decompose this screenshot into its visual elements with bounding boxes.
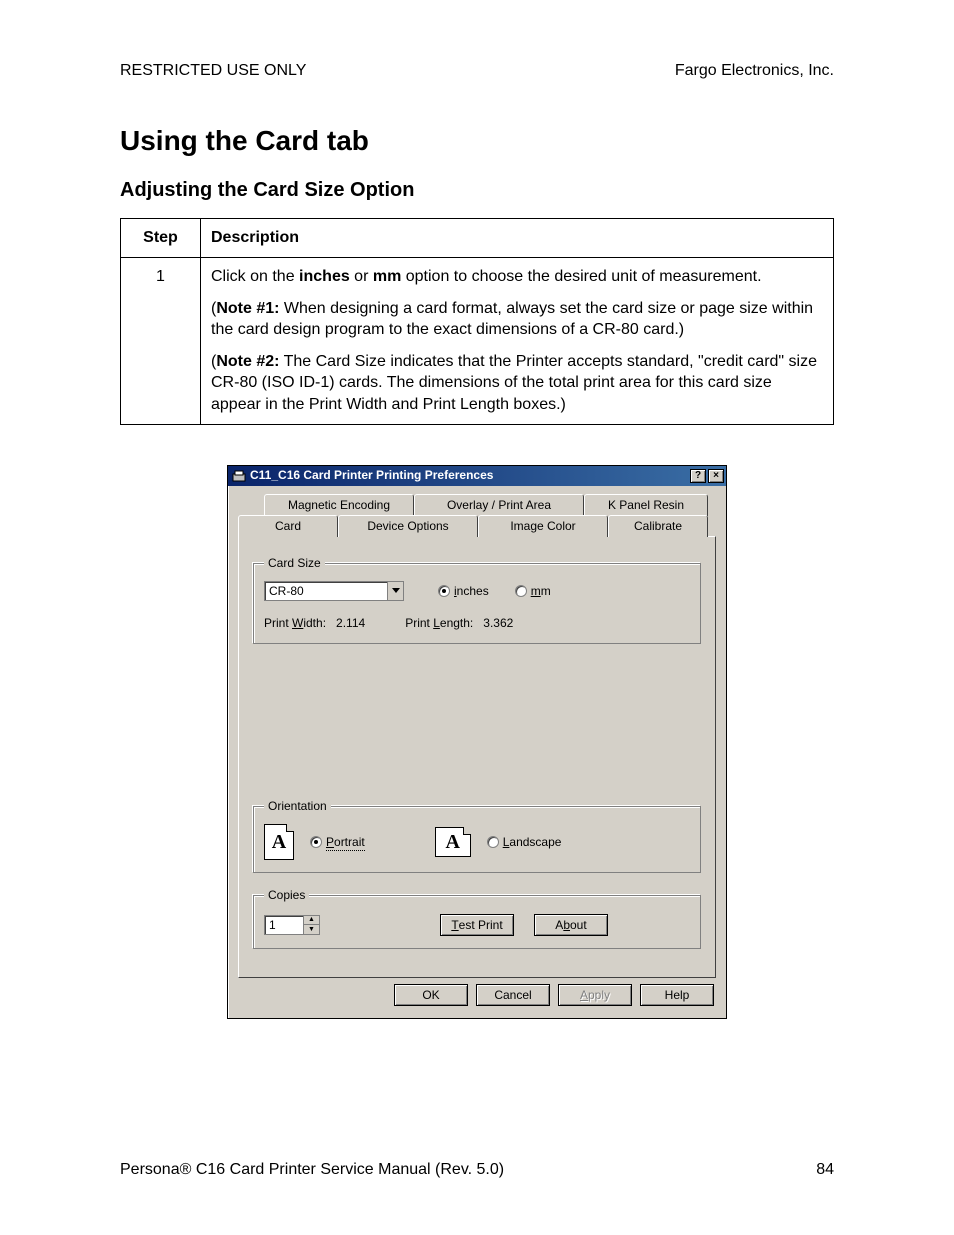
radio-mm[interactable]: mm [515, 583, 551, 599]
print-width-value: 2.114 [336, 616, 365, 630]
copies-spinner[interactable]: 1 ▲ ▼ [264, 915, 320, 935]
tab-calibrate[interactable]: Calibrate [608, 515, 708, 537]
spinner-down-icon[interactable]: ▼ [303, 924, 319, 934]
steps-table: Step Description 1 Click on the inches o… [120, 218, 834, 424]
orientation-legend: Orientation [264, 798, 331, 814]
radio-portrait[interactable]: Portrait [310, 834, 365, 851]
radio-landscape[interactable]: Landscape [487, 834, 562, 850]
about-button[interactable]: About [534, 914, 608, 936]
radio-dot-icon [438, 585, 450, 597]
col-step: Step [121, 219, 201, 258]
print-length: Print Length: 3.362 [405, 615, 513, 631]
doc-footer: Persona® C16 Card Printer Service Manual… [120, 1159, 834, 1181]
card-tab-panel: Card Size CR-80 inches [238, 536, 716, 978]
spinner-up-icon[interactable]: ▲ [303, 916, 319, 925]
tab-magnetic-encoding[interactable]: Magnetic Encoding [264, 494, 414, 516]
dialog-button-row: OK Cancel Apply Help [238, 978, 716, 1008]
tab-device-options[interactable]: Device Options [338, 515, 478, 537]
col-description: Description [201, 219, 834, 258]
cancel-button[interactable]: Cancel [476, 984, 550, 1006]
copies-group: Copies 1 ▲ ▼ Test Print Abou [253, 887, 701, 948]
close-button[interactable]: × [708, 469, 724, 483]
titlebar: C11_C16 Card Printer Printing Preference… [228, 466, 726, 486]
dropdown-arrow-icon[interactable] [387, 582, 403, 600]
card-size-value: CR-80 [265, 583, 387, 599]
printing-preferences-dialog: C11_C16 Card Printer Printing Preference… [227, 465, 727, 1019]
print-width: Print Width: 2.114 [264, 615, 365, 631]
ok-button[interactable]: OK [394, 984, 468, 1006]
copies-value: 1 [265, 916, 303, 934]
tab-card[interactable]: Card [238, 515, 338, 537]
doc-header: RESTRICTED USE ONLY Fargo Electronics, I… [120, 60, 834, 82]
tab-k-panel-resin[interactable]: K Panel Resin [584, 494, 708, 516]
footer-left: Persona® C16 Card Printer Service Manual… [120, 1159, 504, 1181]
radio-inches[interactable]: inches [438, 583, 489, 599]
page-title: Using the Card tab [120, 122, 834, 160]
step-number: 1 [121, 257, 201, 424]
portrait-icon: A [264, 824, 294, 860]
app-icon [232, 469, 246, 483]
radio-dot-icon [310, 836, 322, 848]
landscape-icon: A [435, 827, 471, 857]
card-size-group: Card Size CR-80 inches [253, 555, 701, 644]
header-left: RESTRICTED USE ONLY [120, 60, 306, 82]
help-button[interactable]: Help [640, 984, 714, 1006]
header-right: Fargo Electronics, Inc. [675, 60, 834, 82]
page-number: 84 [816, 1159, 834, 1181]
page-subtitle: Adjusting the Card Size Option [120, 177, 834, 204]
card-size-select[interactable]: CR-80 [264, 581, 404, 601]
apply-button[interactable]: Apply [558, 984, 632, 1006]
test-print-button[interactable]: Test Print [440, 914, 514, 936]
tab-overlay-print-area[interactable]: Overlay / Print Area [414, 494, 584, 516]
radio-dot-icon [487, 836, 499, 848]
dialog-title: C11_C16 Card Printer Printing Preference… [250, 467, 688, 483]
orientation-group: Orientation A Portrait A [253, 798, 701, 873]
tab-strip: Magnetic Encoding Overlay / Print Area K… [238, 494, 716, 978]
tab-image-color[interactable]: Image Color [478, 515, 608, 537]
radio-dot-icon [515, 585, 527, 597]
print-length-value: 3.362 [483, 616, 513, 630]
dialog-screenshot: C11_C16 Card Printer Printing Preference… [120, 465, 834, 1019]
help-button[interactable]: ? [690, 469, 706, 483]
card-size-legend: Card Size [264, 555, 325, 571]
step-description: Click on the inches or mm option to choo… [201, 257, 834, 424]
copies-legend: Copies [264, 887, 309, 903]
